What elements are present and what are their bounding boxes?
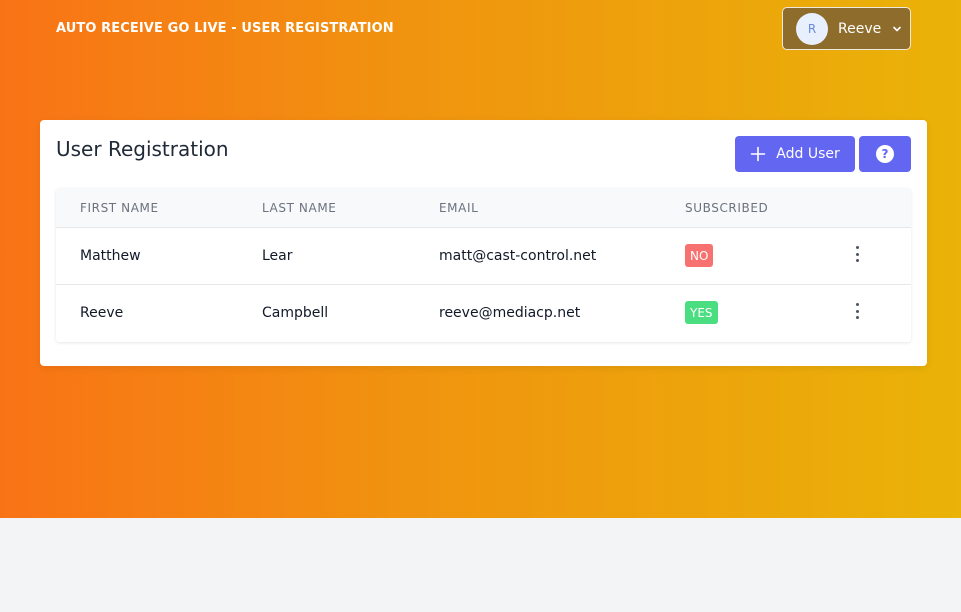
column-header-first-name: FIRST NAME xyxy=(80,201,159,215)
cell-first-name: Matthew xyxy=(80,248,141,264)
cell-email: reeve@mediacp.net xyxy=(439,305,581,321)
column-header-subscribed: SUBSCRIBED xyxy=(685,201,769,215)
chevron-down-icon xyxy=(893,26,902,31)
table-row: Matthew Lear matt@cast-control.net NO xyxy=(56,228,911,285)
user-registration-card: User Registration Add User ? FIRST NAME … xyxy=(40,120,927,366)
help-button[interactable]: ? xyxy=(859,136,911,172)
row-actions-menu[interactable] xyxy=(851,303,863,319)
kebab-dot-icon xyxy=(855,259,859,262)
add-user-button[interactable]: Add User xyxy=(735,136,855,172)
avatar: R xyxy=(796,12,828,45)
kebab-dot-icon xyxy=(855,246,859,249)
column-header-last-name: LAST NAME xyxy=(262,201,337,215)
kebab-dot-icon xyxy=(855,316,859,319)
table-header: FIRST NAME LAST NAME EMAIL SUBSCRIBED xyxy=(56,188,911,228)
row-actions-menu[interactable] xyxy=(851,246,863,262)
kebab-dot-icon xyxy=(855,309,859,313)
kebab-dot-icon xyxy=(855,303,859,306)
card-title: User Registration xyxy=(56,137,229,161)
plus-icon xyxy=(750,146,766,162)
users-table: FIRST NAME LAST NAME EMAIL SUBSCRIBED Ma… xyxy=(56,188,911,342)
kebab-dot-icon xyxy=(855,252,859,256)
cell-last-name: Lear xyxy=(262,248,293,264)
cell-email: matt@cast-control.net xyxy=(439,248,597,264)
cell-first-name: Reeve xyxy=(80,305,124,321)
add-user-label: Add User xyxy=(776,146,840,162)
table-row: Reeve Campbell reeve@mediacp.net YES xyxy=(56,285,911,342)
column-header-email: EMAIL xyxy=(439,201,479,215)
page-header-title: AUTO RECEIVE GO LIVE - USER REGISTRATION xyxy=(56,21,394,36)
cell-last-name: Campbell xyxy=(262,305,329,321)
user-name: Reeve xyxy=(838,20,882,37)
subscribed-badge: YES xyxy=(685,301,718,324)
question-circle-icon: ? xyxy=(876,145,894,163)
subscribed-badge: NO xyxy=(685,244,714,267)
user-menu-button[interactable]: R Reeve xyxy=(782,7,911,50)
